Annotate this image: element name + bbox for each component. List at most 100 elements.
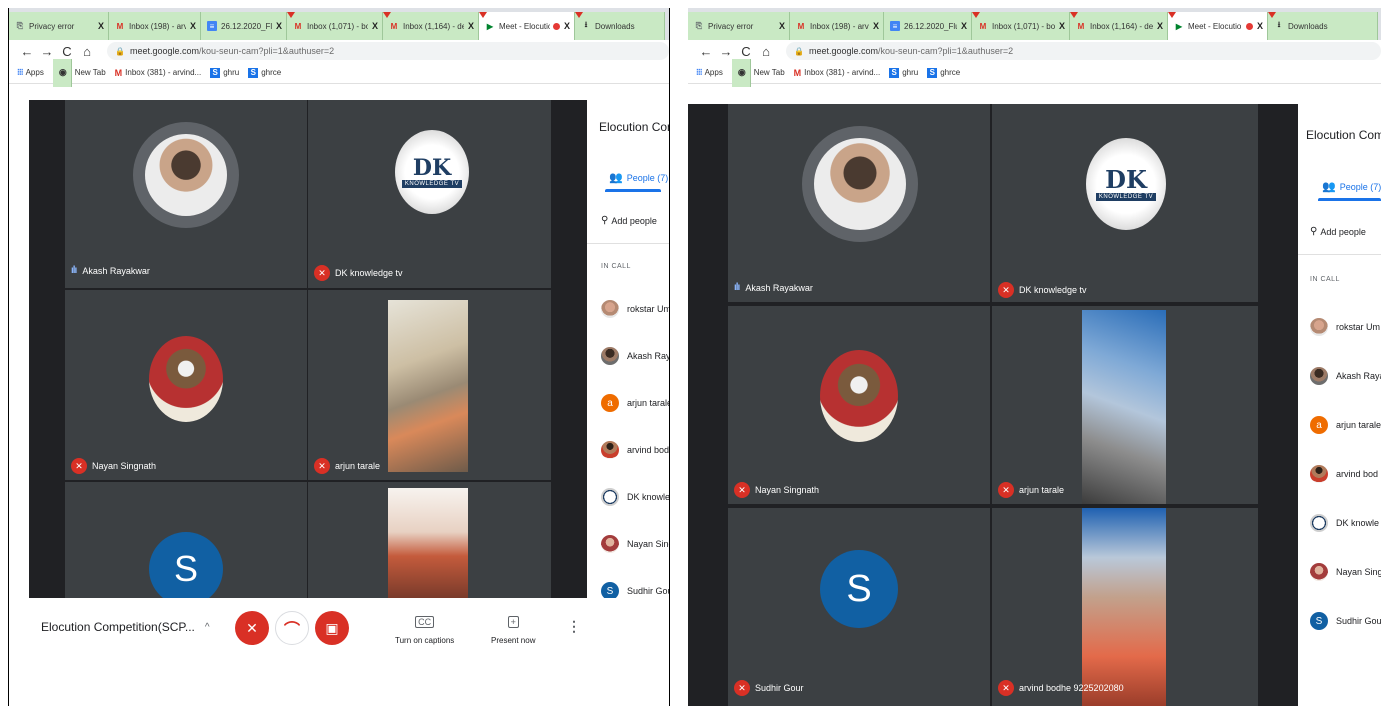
home-icon[interactable]: ⌂ xyxy=(77,44,97,59)
tab-meet-active[interactable]: ▶ Meet - Elocutio X xyxy=(479,12,575,40)
tab-close-icon[interactable]: X xyxy=(468,21,474,31)
active-tab-underline xyxy=(605,189,661,192)
participant-tile-nayan[interactable]: ✕ Nayan Singnath xyxy=(728,306,990,504)
bookmark-ghru[interactable]: Sghru xyxy=(889,67,918,78)
participant-list-item[interactable]: rokstar Uma xyxy=(601,300,669,318)
participant-list-item[interactable]: S Sudhir Gou xyxy=(1310,612,1381,630)
address-bar[interactable]: 🔒 meet.google.com/kou-seun-cam?pli=1&aut… xyxy=(786,42,1381,60)
participant-list-item[interactable]: DK knowled xyxy=(601,488,669,506)
bookmark-ghru[interactable]: Sghru xyxy=(210,67,239,78)
participant-tile-arjun[interactable]: ✕ arjun tarale xyxy=(308,290,551,480)
leave-call-button[interactable]: ⌒ xyxy=(275,611,309,645)
tab-close-icon[interactable]: X xyxy=(961,21,967,31)
tab-downloads[interactable]: ⭳ Downloads xyxy=(575,12,665,40)
participant-tile-akash[interactable]: ılı Akash Rayakwar xyxy=(728,104,990,302)
tab-close-icon[interactable]: X xyxy=(1059,21,1065,31)
tab-inbox-deti[interactable]: M Inbox (1,164) - deti X xyxy=(383,12,479,40)
bookmark-ghrce[interactable]: Sghrce xyxy=(248,67,281,78)
tab-close-icon[interactable]: X xyxy=(190,21,196,31)
tab-close-icon[interactable]: X xyxy=(873,21,879,31)
tab-close-icon[interactable]: X xyxy=(372,21,378,31)
add-people-button[interactable]: ⚲ Add people xyxy=(601,215,657,226)
meeting-details-button[interactable]: Elocution Competition(SCP... ^ xyxy=(41,620,210,634)
tab-downloads[interactable]: ⭳ Downloads xyxy=(1268,12,1378,40)
tab-inbox-bod[interactable]: M Inbox (1,071) - bod X xyxy=(287,12,383,40)
participant-tile-akash[interactable]: ılı Akash Rayakwar xyxy=(65,100,307,288)
participant-list-item[interactable]: a arjun tarale xyxy=(1310,416,1381,434)
participant-list-item[interactable]: Nayan Singn xyxy=(601,535,669,553)
bookmark-ghrce[interactable]: Sghrce xyxy=(927,67,960,78)
broken-page-icon: ⎘ xyxy=(16,21,24,30)
speaking-indicator-icon: ılı xyxy=(71,265,77,276)
s-bookmark-icon: S xyxy=(248,67,259,78)
speaking-indicator-icon: ılı xyxy=(734,282,740,293)
participant-list-item[interactable]: SSudhir Gour xyxy=(601,582,669,598)
participant-tile-dk[interactable]: DK KNOWLEDGE TV ✕ DK knowledge tv xyxy=(992,104,1258,302)
captions-button[interactable]: CC Turn on captions xyxy=(395,616,454,645)
tab-fluid-doc[interactable]: ≡ 26.12.2020_Fluid M X xyxy=(201,12,287,40)
back-arrow-icon[interactable]: ← xyxy=(17,44,37,59)
address-bar[interactable]: 🔒 meet.google.com/kou-seun-cam?pli=1&aut… xyxy=(107,42,669,60)
participant-tile-sudhir[interactable]: S xyxy=(65,482,307,598)
bookmark-new-tab[interactable]: ◉ New Tab xyxy=(52,58,106,87)
tab-fluid-doc[interactable]: ≡ 26.12.2020_Fluid M X xyxy=(884,12,972,40)
back-arrow-icon[interactable]: ← xyxy=(696,44,716,59)
participant-name: ✕ arvind bodhe 9225202080 xyxy=(998,680,1124,696)
forward-arrow-icon[interactable]: → xyxy=(37,44,57,59)
participant-tile-nayan[interactable]: ✕ Nayan Singnath xyxy=(65,290,307,480)
reload-icon[interactable]: C xyxy=(57,44,77,59)
avatar xyxy=(1310,514,1328,532)
tab-meet-active[interactable]: ▶ Meet - Elocutio X xyxy=(1168,12,1268,40)
tab-inbox-arvind[interactable]: M Inbox (198) - arvind X xyxy=(109,12,201,40)
participant-list-item[interactable]: arvind bodh xyxy=(601,441,669,459)
apps-grid-icon: ⁝⁝⁝ xyxy=(696,67,703,77)
participant-tile-dk[interactable]: DK KNOWLEDGE TV ✕ DK knowledge tv xyxy=(308,100,551,288)
camera-toggle-button[interactable]: ▣ xyxy=(315,611,349,645)
reload-icon[interactable]: C xyxy=(736,44,756,59)
tab-people[interactable]: 👥 People (7) xyxy=(1322,180,1381,193)
tab-close-icon[interactable]: X xyxy=(276,21,282,31)
tab-close-icon[interactable]: X xyxy=(1257,21,1263,31)
participant-list-item[interactable]: DK knowle xyxy=(1310,514,1379,532)
s-bookmark-icon: S xyxy=(927,67,938,78)
tab-people[interactable]: 👥 People (7) xyxy=(609,171,668,184)
participant-list-item[interactable]: Akash Raya xyxy=(1310,367,1381,385)
add-people-button[interactable]: ⚲ Add people xyxy=(1310,226,1366,237)
participant-list-item[interactable]: Nayan Sing xyxy=(1310,563,1381,581)
participant-tile-arjun[interactable]: ✕ arjun tarale xyxy=(992,306,1258,504)
tab-inbox-bod[interactable]: M Inbox (1,071) - bod X xyxy=(972,12,1070,40)
tab-close-icon[interactable]: X xyxy=(564,21,570,31)
people-side-panel: Elocution Comp 👥People (7) ⚲Add people I… xyxy=(587,100,669,598)
bookmark-apps[interactable]: ⁝⁝⁝ Apps xyxy=(696,67,723,78)
meet-video-grid: ılı Akash Rayakwar DK KNOWLEDGE TV ✕ DK kn… xyxy=(29,100,587,598)
tab-inbox-deti[interactable]: M Inbox (1,164) - deti X xyxy=(1070,12,1168,40)
participant-tile-sudhir[interactable]: S ✕ Sudhir Gour xyxy=(728,508,990,706)
microphone-toggle-button[interactable]: ✕ xyxy=(235,611,269,645)
lock-icon: 🔒 xyxy=(115,46,125,56)
divider xyxy=(1298,254,1381,255)
bookmark-inbox[interactable]: M Inbox (381) - arvind... xyxy=(115,68,202,78)
participant-list-item[interactable]: a arjun tarale xyxy=(601,394,669,412)
participant-tile-arvind[interactable] xyxy=(308,482,551,598)
bookmark-apps[interactable]: ⁝⁝⁝ Apps xyxy=(17,67,44,78)
participant-list-item[interactable]: Akash Rayak xyxy=(601,347,669,365)
tab-indicator xyxy=(575,12,583,18)
bookmark-inbox[interactable]: M Inbox (381) - arvind... xyxy=(794,68,881,78)
tab-privacy-error[interactable]: ⎘ Privacy error X xyxy=(688,12,790,40)
tab-inbox-arvind[interactable]: M Inbox (198) - arvind X xyxy=(790,12,884,40)
participant-list-item[interactable]: rokstar Um xyxy=(1310,318,1380,336)
tab-close-icon[interactable]: X xyxy=(98,21,104,31)
tab-close-icon[interactable]: X xyxy=(1157,21,1163,31)
forward-arrow-icon[interactable]: → xyxy=(716,44,736,59)
chrome-icon: ◉ xyxy=(52,58,72,87)
more-options-button[interactable]: ⋮ xyxy=(567,619,581,633)
present-now-button[interactable]: + Present now xyxy=(491,616,535,645)
avatar xyxy=(149,336,223,422)
participant-list-item[interactable]: arvind bod xyxy=(1310,465,1378,483)
tab-close-icon[interactable]: X xyxy=(779,21,785,31)
bookmark-new-tab[interactable]: ◉ New Tab xyxy=(731,58,785,87)
participant-tile-arvind[interactable]: ✕ arvind bodhe 9225202080 xyxy=(992,508,1258,706)
home-icon[interactable]: ⌂ xyxy=(756,44,776,59)
tab-privacy-error[interactable]: ⎘ Privacy error X xyxy=(9,12,109,40)
download-icon: ⭳ xyxy=(584,20,588,29)
